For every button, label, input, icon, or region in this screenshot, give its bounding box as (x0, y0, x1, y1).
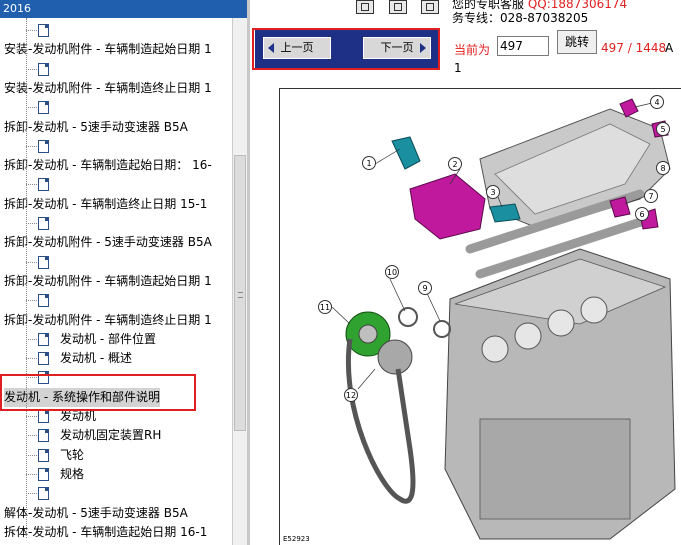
document-icon (38, 217, 49, 230)
document-icon (38, 352, 49, 366)
document-icon (38, 429, 49, 443)
tree-connector (26, 358, 37, 360)
diagram-code: E52923 (283, 535, 310, 543)
tree-item-label: 发动机固定装置RH (60, 428, 162, 443)
window-title: 2016 (0, 0, 250, 18)
tree-folder-item[interactable]: 拆卸-发动机附件 - 车辆制造起始日期 1 (4, 272, 212, 291)
callout-12: 12 (344, 388, 358, 402)
tree-connector (26, 107, 37, 109)
tree-connector (26, 300, 37, 302)
tree-item-label: 拆体-发动机 - 车辆制造起始日期 16-1 (4, 524, 208, 539)
tree-item-label: 发动机 - 部件位置 (60, 331, 156, 346)
page-count: 497 / 1448 (601, 41, 667, 55)
tree-connector (26, 145, 37, 147)
tree-item-label: 拆卸-发动机 - 车辆制造终止日期 15-1 (4, 196, 208, 211)
tree-connector (26, 338, 37, 340)
callout-11: 11 (318, 300, 332, 314)
tree-folder-item[interactable]: 拆卸-发动机 - 5速手动变速器 B5A (4, 118, 188, 137)
tree-folder-item[interactable]: 拆卸-发动机 - 车辆制造起始日期： 16- (4, 156, 212, 175)
tree-connector (26, 30, 37, 31)
document-icon (38, 139, 49, 153)
tree-connector (26, 223, 37, 224)
tree-item-label: 安装-发动机附件 - 车辆制造起始日期 1 (4, 42, 212, 57)
page-icon (394, 3, 402, 11)
toolbar-icon-2[interactable] (389, 0, 407, 14)
document-icon (38, 410, 49, 423)
tree-folder-item[interactable]: 解体-发动机 - 5速手动变速器 B5A (4, 504, 188, 523)
callout-10: 10 (385, 265, 399, 279)
tree-connector (26, 435, 37, 437)
navigation-tree[interactable]: 安装-发动机附件 - 车辆制造起始日期 1 安装-发动机附件 - 车辆制造终止日期… (0, 18, 232, 545)
current-page-label: 当前为 (454, 43, 491, 57)
document-icon (38, 24, 49, 37)
tree-item-label: 拆卸-发动机 - 车辆制造起始日期： 16- (4, 158, 212, 173)
tree-folder-item[interactable]: 拆卸-发动机附件 - 车辆制造终止日期 1 (4, 311, 212, 330)
callout-9: 9 (418, 281, 432, 295)
tree-connector (26, 68, 37, 70)
grip-icon (238, 292, 243, 298)
jump-button[interactable]: 跳转 (557, 30, 597, 54)
page-number-input[interactable] (497, 36, 549, 56)
callout-6: 6 (635, 207, 649, 221)
tree-connector (26, 18, 27, 538)
tree-folder-item[interactable]: 拆卸-发动机附件 - 5速手动变速器 B5A (4, 233, 212, 252)
document-icon (38, 255, 49, 269)
tree-connector (26, 473, 37, 475)
tree-item-label: 拆卸-发动机附件 - 车辆制造起始日期 1 (4, 273, 212, 288)
document-icon (38, 332, 49, 346)
annotation-highlight-tree (0, 374, 196, 411)
tree-item-label: 规格 (60, 466, 85, 481)
engine-illustration (331, 98, 676, 540)
scrollbar-thumb[interactable] (234, 155, 246, 431)
tree-scrollbar[interactable] (232, 18, 247, 545)
page-sub-number: 1 (454, 61, 462, 75)
engine-exploded-diagram: 1 2 3 4 5 6 7 8 9 10 11 12 E52923 (279, 88, 681, 545)
document-icon (38, 62, 49, 76)
callout-3: 3 (486, 185, 500, 199)
callout-1: 1 (362, 156, 376, 170)
callout-8: 8 (656, 161, 670, 175)
page-icon (361, 3, 369, 11)
tree-folder-item[interactable]: 安装-发动机附件 - 车辆制造终止日期 1 (4, 79, 212, 98)
tree-connector (26, 184, 37, 186)
annotation-highlight-nav (252, 28, 440, 70)
contact-line-2: 务专线：028-87038205 (452, 11, 589, 25)
tree-item-label: 拆卸-发动机附件 - 5速手动变速器 B5A (4, 235, 212, 250)
callout-4: 4 (650, 95, 664, 109)
tree-folder-item[interactable]: 拆卸-发动机 - 车辆制造终止日期 15-1 (4, 195, 207, 214)
document-icon (38, 101, 49, 115)
document-icon (38, 448, 49, 462)
tree-folder-item[interactable]: 拆体-发动机 - 车辆制造起始日期 16-1 (4, 523, 207, 542)
tree-item-label: 拆卸-发动机 - 5速手动变速器 B5A (4, 119, 188, 134)
callout-5: 5 (656, 122, 670, 136)
tree-item-label: 发动机 - 概述 (60, 351, 132, 366)
tree-connector (26, 454, 37, 456)
callout-2: 2 (448, 157, 462, 171)
tree-item-label: 解体-发动机 - 5速手动变速器 B5A (4, 505, 188, 520)
callout-7: 7 (644, 189, 658, 203)
tree-connector (26, 261, 37, 263)
tree-folder-item[interactable]: 安装-发动机附件 - 车辆制造起始日期 1 (4, 40, 212, 59)
tree-item-label: 飞轮 (60, 447, 85, 462)
toolbar-icon-3[interactable] (421, 0, 439, 14)
page-icon (426, 3, 434, 11)
toolbar-icon-1[interactable] (356, 0, 374, 14)
document-icon (38, 294, 49, 308)
tree-connector (26, 493, 37, 495)
document-icon (38, 467, 49, 481)
page-suffix: A (665, 41, 674, 55)
tree-item-label: 拆卸-发动机附件 - 车辆制造终止日期 1 (4, 312, 212, 327)
document-icon (38, 487, 49, 501)
tree-connector (26, 416, 37, 417)
tree-item-label: 安装-发动机附件 - 车辆制造终止日期 1 (4, 80, 212, 95)
document-icon (38, 178, 49, 192)
